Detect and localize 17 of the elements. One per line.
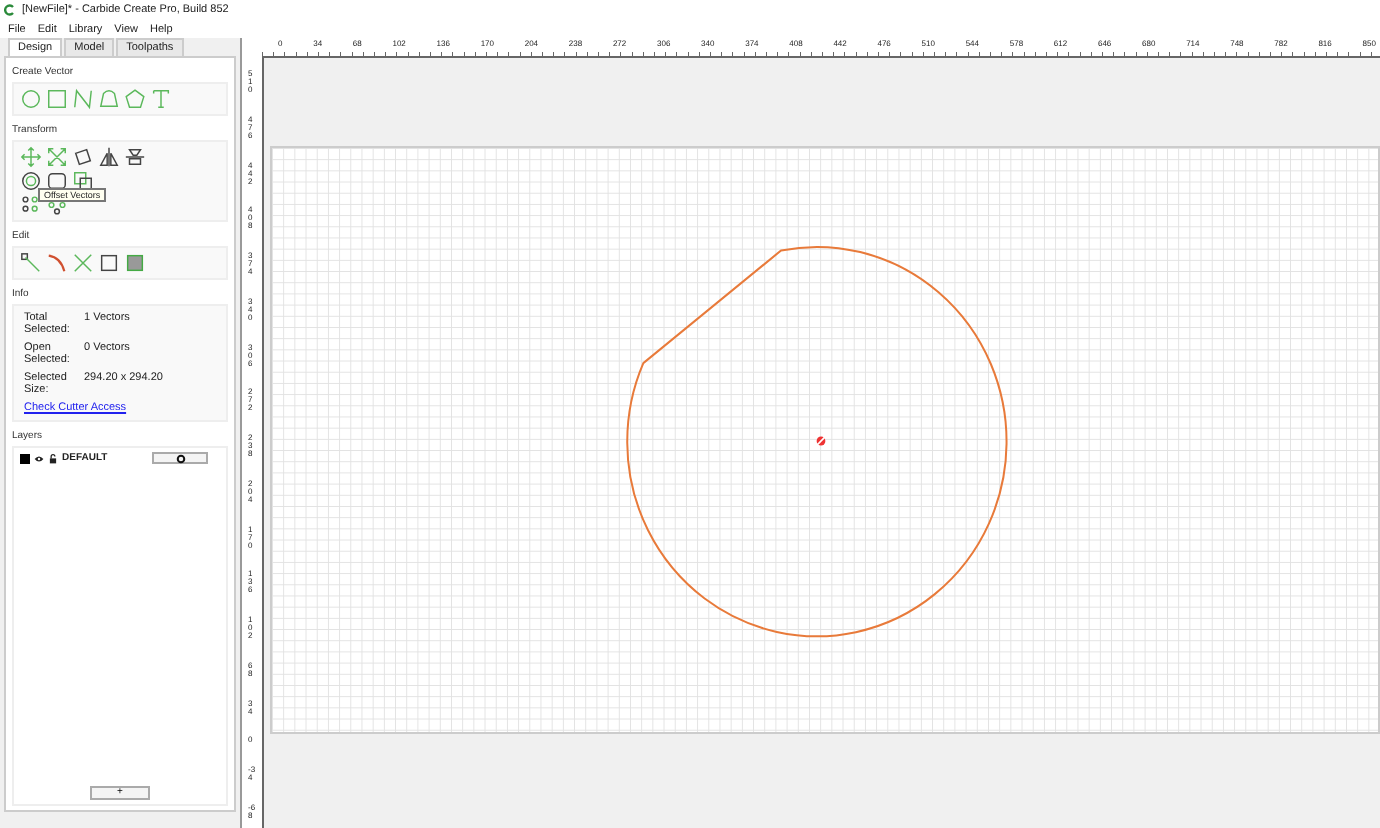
node-edit-icon[interactable] <box>20 252 42 274</box>
rotate-icon[interactable] <box>72 146 94 168</box>
eye-icon[interactable] <box>34 453 44 463</box>
layer-settings-button[interactable] <box>152 452 208 464</box>
dots-icon[interactable] <box>20 194 42 216</box>
mirror-icon[interactable] <box>98 146 120 168</box>
bounding-box-icon[interactable] <box>98 252 120 274</box>
app-icon <box>4 4 16 16</box>
gear-icon <box>175 453 185 463</box>
lock-icon[interactable] <box>48 453 58 463</box>
boolean-icon[interactable] <box>72 170 94 192</box>
align-icon[interactable] <box>124 146 146 168</box>
layer-color[interactable] <box>20 453 30 463</box>
offset-icon[interactable] <box>20 170 42 192</box>
center-marker <box>814 434 828 448</box>
join-icon[interactable] <box>46 170 68 192</box>
curve-edit-icon[interactable] <box>46 252 68 274</box>
